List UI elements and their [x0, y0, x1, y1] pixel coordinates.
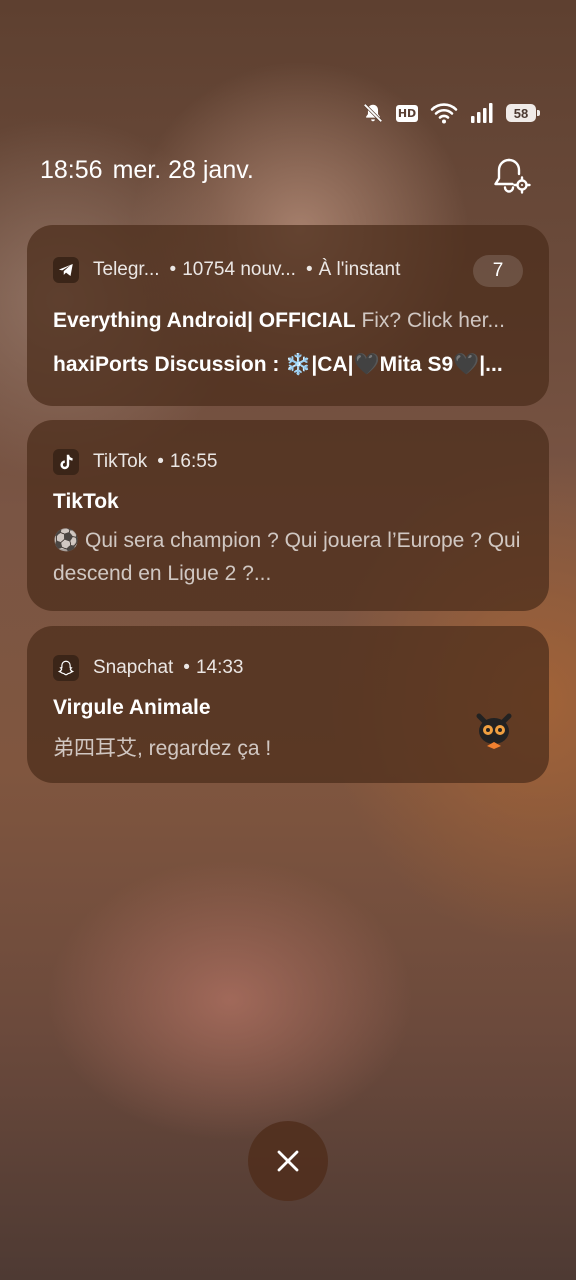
- notification-line: haxiPorts Discussion : ❄️|CA|🖤Mita S9🖤|.…: [53, 353, 503, 376]
- bitmoji-avatar: [475, 712, 513, 752]
- notification-body: ⚽ Qui sera champion ? Qui jouera l’Europ…: [53, 529, 521, 585]
- bell-gear-icon: [494, 158, 531, 194]
- app-name: TikTok: [93, 451, 148, 472]
- notification-telegram[interactable]: Telegr... • 10754 nouv... • À l'instant …: [27, 225, 549, 406]
- hd-icon: HD: [396, 104, 418, 122]
- expand-count: 7: [492, 260, 504, 281]
- tiktok-icon: [53, 449, 79, 475]
- expand-count-pill[interactable]: 7: [473, 255, 523, 287]
- separator-dot: •: [183, 657, 190, 678]
- notification-title: TikTok: [53, 490, 119, 513]
- chat-title: Everything Android| OFFICIAL: [53, 309, 356, 332]
- separator-dot: •: [305, 259, 313, 280]
- notification-settings-button[interactable]: [490, 154, 534, 198]
- telegram-icon: [53, 257, 79, 283]
- date-label: mer. 28 janv.: [112, 156, 254, 184]
- notification-title: Virgule Animale: [53, 696, 211, 719]
- notification-body: 弟四耳艾, regardez ça !: [53, 737, 272, 760]
- message-count-text: 10754 nouv...: [182, 259, 296, 280]
- wifi-icon: [430, 103, 458, 124]
- notification-header: Telegr... • 10754 nouv... • À l'instant: [53, 255, 400, 285]
- app-name: Snapchat: [93, 657, 174, 678]
- signal-icon: [471, 103, 493, 123]
- notification-tiktok[interactable]: TikTok • 16:55 TikTok ⚽ Qui sera champio…: [27, 420, 549, 611]
- notification-line: Everything Android| OFFICIAL Fix? Click …: [53, 309, 523, 333]
- separator-dot: •: [169, 259, 177, 280]
- clock-time: 18:56: [40, 156, 103, 184]
- clear-all-button[interactable]: [248, 1121, 328, 1201]
- notification-header: Snapchat • 14:33: [53, 653, 244, 683]
- notification-header: TikTok • 16:55: [53, 447, 217, 477]
- snapchat-ghost-icon: [53, 655, 79, 681]
- battery-icon: 58: [506, 104, 540, 122]
- notification-time: À l'instant: [318, 259, 401, 280]
- status-bar: HD 58: [362, 98, 540, 128]
- clock-date: 18:56 mer. 28 janv.: [40, 156, 254, 185]
- mute-bell-icon: [363, 103, 383, 123]
- close-icon: [277, 1150, 299, 1172]
- separator-dot: •: [157, 451, 164, 472]
- app-name: Telegr...: [93, 259, 160, 280]
- notification-time: 16:55: [169, 451, 218, 472]
- notification-snapchat[interactable]: Snapchat • 14:33 Virgule Animale 弟四耳艾, r…: [27, 626, 549, 783]
- notification-time: 14:33: [195, 657, 244, 678]
- message-preview: Fix? Click her...: [361, 309, 505, 332]
